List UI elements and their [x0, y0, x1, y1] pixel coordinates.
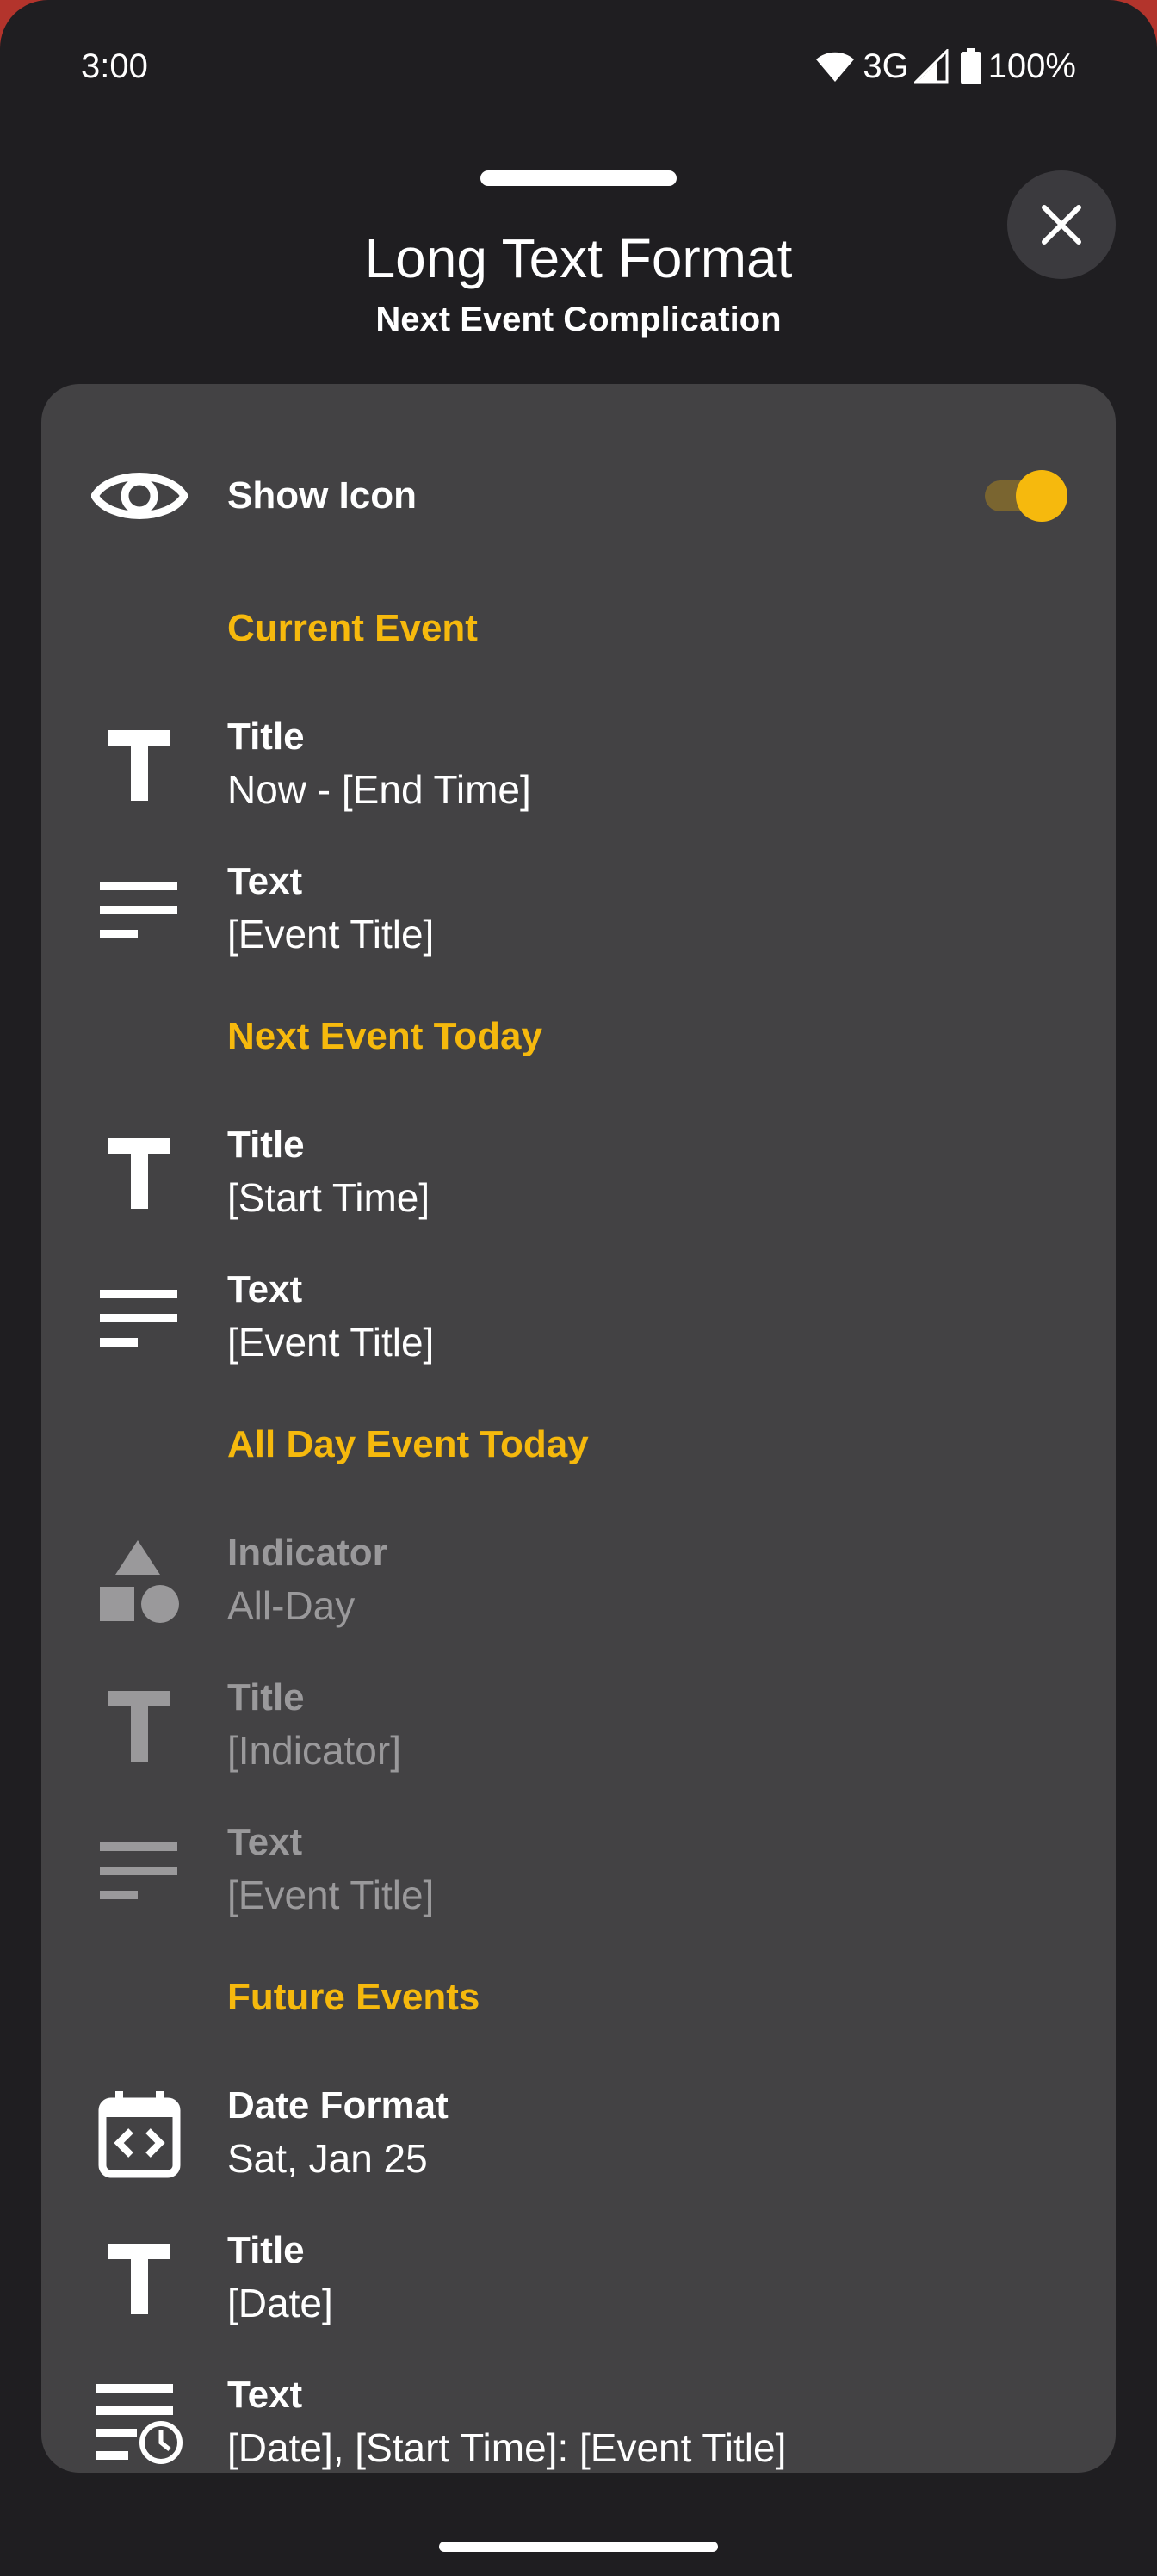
- future-title-row[interactable]: Title [Date]: [41, 2214, 1116, 2344]
- future-date-format-row[interactable]: Date Format Sat, Jan 25: [41, 2070, 1116, 2199]
- text-clock-icon: [88, 2359, 191, 2473]
- page-title: Long Text Format: [364, 227, 793, 289]
- status-bar: 3:00 3G 100%: [0, 0, 1157, 129]
- battery-icon: [960, 48, 981, 84]
- drag-handle[interactable]: [480, 170, 677, 186]
- all-day-title-value: [Indicator]: [227, 1728, 401, 1773]
- status-icons: 3G 100%: [814, 43, 1076, 90]
- title-format-icon: [88, 1109, 191, 1238]
- show-icon-label: Show Icon: [227, 474, 417, 517]
- show-icon-toggle[interactable]: [981, 468, 1067, 523]
- current-event-title-label: Title: [227, 715, 305, 758]
- future-title-label: Title: [227, 2229, 305, 2271]
- wifi-icon: [814, 49, 856, 84]
- section-header-all-day-event-today: All Day Event Today: [227, 1423, 589, 1465]
- show-icon-row[interactable]: Show Icon: [41, 444, 1116, 548]
- shapes-icon: [88, 1517, 191, 1646]
- signal-icon: [913, 49, 949, 84]
- current-event-text-value: [Event Title]: [227, 912, 435, 957]
- all-day-indicator-value: All-Day: [227, 1583, 356, 1628]
- all-day-text-value: [Event Title]: [227, 1873, 435, 1917]
- all-day-text-row[interactable]: Text [Event Title]: [41, 1806, 1116, 1935]
- future-text-label: Text: [227, 2374, 303, 2416]
- current-event-title-row[interactable]: Title Now - [End Time]: [41, 701, 1116, 830]
- future-text-value: [Date], [Start Time]: [Event Title]: [227, 2425, 787, 2470]
- future-title-value: [Date]: [227, 2281, 333, 2325]
- next-event-text-label: Text: [227, 1268, 303, 1310]
- all-day-text-label: Text: [227, 1821, 303, 1863]
- gesture-navigation-bar[interactable]: [439, 2542, 718, 2552]
- section-header-current-event: Current Event: [227, 607, 478, 649]
- title-format-icon: [88, 2214, 191, 2344]
- text-lines-icon: [88, 845, 191, 975]
- title-format-icon: [88, 1662, 191, 1791]
- current-event-title-value: Now - [End Time]: [227, 767, 531, 812]
- battery-percentage: 100%: [987, 46, 1076, 85]
- next-event-title-row[interactable]: Title [Start Time]: [41, 1109, 1116, 1238]
- status-time: 3:00: [81, 47, 148, 85]
- calendar-code-icon: [88, 2070, 191, 2199]
- all-day-title-label: Title: [227, 1676, 305, 1718]
- network-type-label: 3G: [863, 46, 909, 85]
- title-format-icon: [88, 701, 191, 830]
- current-event-text-label: Text: [227, 860, 303, 902]
- all-day-indicator-label: Indicator: [227, 1532, 387, 1574]
- eye-icon: [88, 444, 191, 548]
- text-lines-icon: [88, 1254, 191, 1383]
- future-text-row[interactable]: Text [Date], [Start Time]: [Event Title]: [41, 2359, 1116, 2473]
- next-event-text-row[interactable]: Text [Event Title]: [41, 1254, 1116, 1383]
- toggle-thumb: [1016, 470, 1067, 522]
- section-header-next-event-today: Next Event Today: [227, 1015, 542, 1057]
- section-header-future-events: Future Events: [227, 1976, 480, 2018]
- page-subtitle: Next Event Complication: [375, 300, 782, 338]
- settings-card: Show Icon Current Event Title Now - [End…: [41, 384, 1116, 2473]
- next-event-title-label: Title: [227, 1124, 305, 1166]
- text-lines-icon: [88, 1806, 191, 1935]
- all-day-indicator-row[interactable]: Indicator All-Day: [41, 1517, 1116, 1646]
- next-event-title-value: [Start Time]: [227, 1175, 430, 1220]
- all-day-title-row[interactable]: Title [Indicator]: [41, 1662, 1116, 1791]
- bottom-sheet: 3:00 3G 100% Long Text Format Next Event…: [0, 0, 1157, 2576]
- future-date-format-label: Date Format: [227, 2084, 449, 2127]
- future-date-format-value: Sat, Jan 25: [227, 2136, 428, 2181]
- current-event-text-row[interactable]: Text [Event Title]: [41, 845, 1116, 975]
- next-event-text-value: [Event Title]: [227, 1320, 435, 1365]
